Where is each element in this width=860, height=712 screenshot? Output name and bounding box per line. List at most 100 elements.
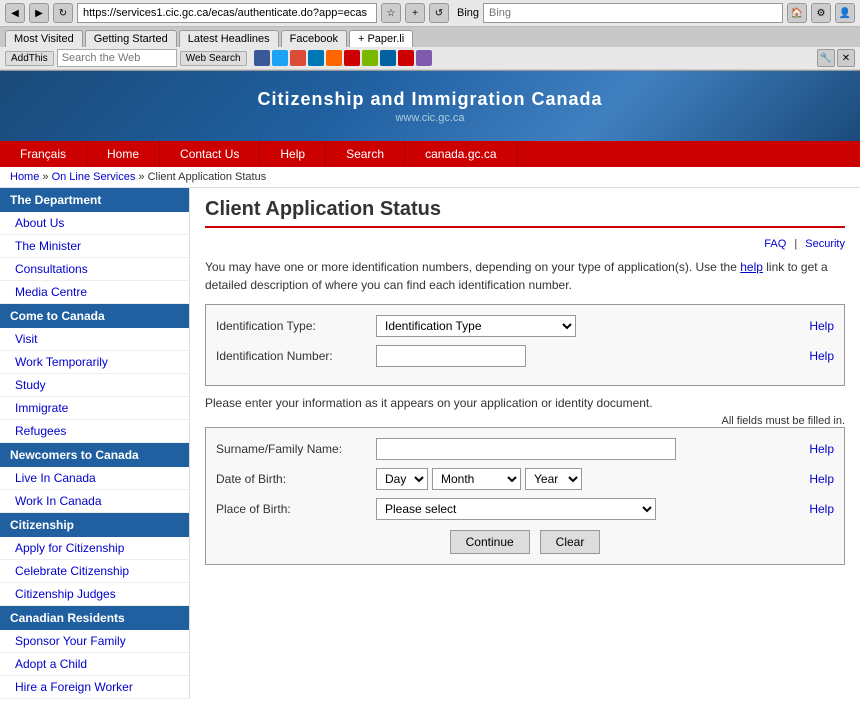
dob-control-area: Day 12345 678910 1112131415 1617181920 2… [376,468,809,490]
button-row: Continue Clear [216,530,834,554]
addthis-button[interactable]: AddThis [5,51,54,66]
sidebar-item-sponsor-your-family[interactable]: Sponsor Your Family [0,630,189,653]
clear-button[interactable]: Clear [540,530,601,554]
delicious-icon[interactable] [380,50,396,66]
site-title: Citizenship and Immigration Canada [257,89,602,110]
sidebar-item-immigrate[interactable]: Immigrate [0,397,189,420]
id-type-help: Help [809,319,834,333]
id-type-control-area: Identification Type UCI (Unique Client I… [376,315,809,337]
bing-search-input[interactable] [483,3,783,23]
sidebar-section-come-to-canada: Come to Canada [0,304,189,328]
id-form-section: Identification Type: Identification Type… [205,304,845,386]
faq-link[interactable]: FAQ [764,238,786,250]
surname-help: Help [809,442,834,456]
sidebar-section-newcomers: Newcomers to Canada [0,443,189,467]
dob-label: Date of Birth: [216,472,376,486]
sidebar-item-about-us[interactable]: About Us [0,212,189,235]
breadcrumb-home[interactable]: Home [10,171,39,183]
more-icon[interactable] [416,50,432,66]
sidebar-item-the-minister[interactable]: The Minister [0,235,189,258]
sidebar-item-media-centre[interactable]: Media Centre [0,281,189,304]
address-bar[interactable] [77,3,377,23]
star-button[interactable]: ☆ [381,3,401,23]
linkedin-icon[interactable] [308,50,324,66]
warn-text: Please enter your information as it appe… [205,396,845,410]
main-nav: Français Home Contact Us Help Search can… [0,141,860,167]
id-number-input[interactable] [376,345,526,367]
google-icon[interactable] [290,50,306,66]
dob-month-select[interactable]: Month JanuaryFebruaryMarchApril MayJuneJ… [432,468,521,490]
back-button[interactable]: ◀ [5,3,25,23]
tab-getting-started[interactable]: Getting Started [85,30,177,47]
dob-day-select[interactable]: Day 12345 678910 1112131415 1617181920 2… [376,468,428,490]
sidebar-item-apply-for-citizenship[interactable]: Apply for Citizenship [0,537,189,560]
sidebar-item-celebrate-citizenship[interactable]: Celebrate Citizenship [0,560,189,583]
twitter-icon[interactable] [272,50,288,66]
sidebar-item-visit[interactable]: Visit [0,328,189,351]
web-search-input[interactable] [57,49,177,67]
place-of-birth-label: Place of Birth: [216,502,376,516]
sidebar-item-live-in-canada[interactable]: Live In Canada [0,467,189,490]
nav-search[interactable]: Search [326,141,405,167]
sidebar-item-work-in-canada[interactable]: Work In Canada [0,490,189,513]
tools-icon[interactable]: 🔧 [817,49,835,67]
close-ext-icon[interactable]: ✕ [837,49,855,67]
continue-button[interactable]: Continue [450,530,530,554]
sidebar-item-work-temporarily[interactable]: Work Temporarily [0,351,189,374]
surname-input[interactable] [376,438,676,460]
forward-button[interactable]: ▶ [29,3,49,23]
personal-form-section: Surname/Family Name: Help Date of Birth:… [205,427,845,565]
place-help: Help [809,502,834,516]
dob-row: Date of Birth: Day 12345 678910 11121314… [216,468,834,490]
nav-home[interactable]: Home [87,141,160,167]
top-links: FAQ | Security [205,238,845,250]
all-fields-note: All fields must be filled in. [205,415,845,427]
web-search-button[interactable]: Web Search [180,51,247,66]
stumble-icon[interactable] [362,50,378,66]
dob-help-link[interactable]: Help [809,472,834,486]
tab-latest-headlines[interactable]: Latest Headlines [179,30,279,47]
tab-facebook[interactable]: Facebook [281,30,347,47]
id-type-help-link[interactable]: Help [809,319,834,333]
sidebar-item-hire-foreign-worker[interactable]: Hire a Foreign Worker [0,676,189,699]
place-of-birth-row: Place of Birth: Please select Canada Uni… [216,498,834,520]
id-type-select[interactable]: Identification Type UCI (Unique Client I… [376,315,576,337]
breadcrumb-online-services[interactable]: On Line Services [52,171,136,183]
security-link[interactable]: Security [805,238,845,250]
id-number-row: Identification Number: Help [216,345,834,367]
sidebar-item-refugees[interactable]: Refugees [0,420,189,443]
separator: | [794,238,797,250]
sidebar-item-adopt-a-child[interactable]: Adopt a Child [0,653,189,676]
tab-paperli[interactable]: + Paper.li [349,30,413,47]
digg-icon[interactable] [398,50,414,66]
home-nav-button[interactable]: 🏠 [787,3,807,23]
nav-canada[interactable]: canada.gc.ca [405,141,517,167]
dob-year-select[interactable]: Year 20232000199019801970 [525,468,582,490]
youtube-icon[interactable] [344,50,360,66]
user-button[interactable]: 👤 [835,3,855,23]
place-of-birth-select[interactable]: Please select Canada United States Unite… [376,498,656,520]
id-type-label: Identification Type: [216,319,376,333]
nav-francais[interactable]: Français [0,141,87,167]
help-inline-link[interactable]: help [740,260,763,274]
sidebar-item-consultations[interactable]: Consultations [0,258,189,281]
sidebar-section-the-department: The Department [0,188,189,212]
sidebar-item-study[interactable]: Study [0,374,189,397]
surname-help-link[interactable]: Help [809,442,834,456]
sidebar-section-citizenship: Citizenship [0,513,189,537]
place-help-link[interactable]: Help [809,502,834,516]
bookmark-button[interactable]: + [405,3,425,23]
refresh-button2[interactable]: ↺ [429,3,449,23]
page-title: Client Application Status [205,198,845,228]
nav-help[interactable]: Help [260,141,326,167]
facebook-icon[interactable] [254,50,270,66]
surname-label: Surname/Family Name: [216,442,376,456]
reload-button[interactable]: ↻ [53,3,73,23]
settings-button[interactable]: ⚙ [811,3,831,23]
id-number-help-link[interactable]: Help [809,349,834,363]
id-number-control-area [376,345,809,367]
nav-contact-us[interactable]: Contact Us [160,141,260,167]
tab-most-visited[interactable]: Most Visited [5,30,83,47]
sidebar-item-citizenship-judges[interactable]: Citizenship Judges [0,583,189,606]
reddit-icon[interactable] [326,50,342,66]
